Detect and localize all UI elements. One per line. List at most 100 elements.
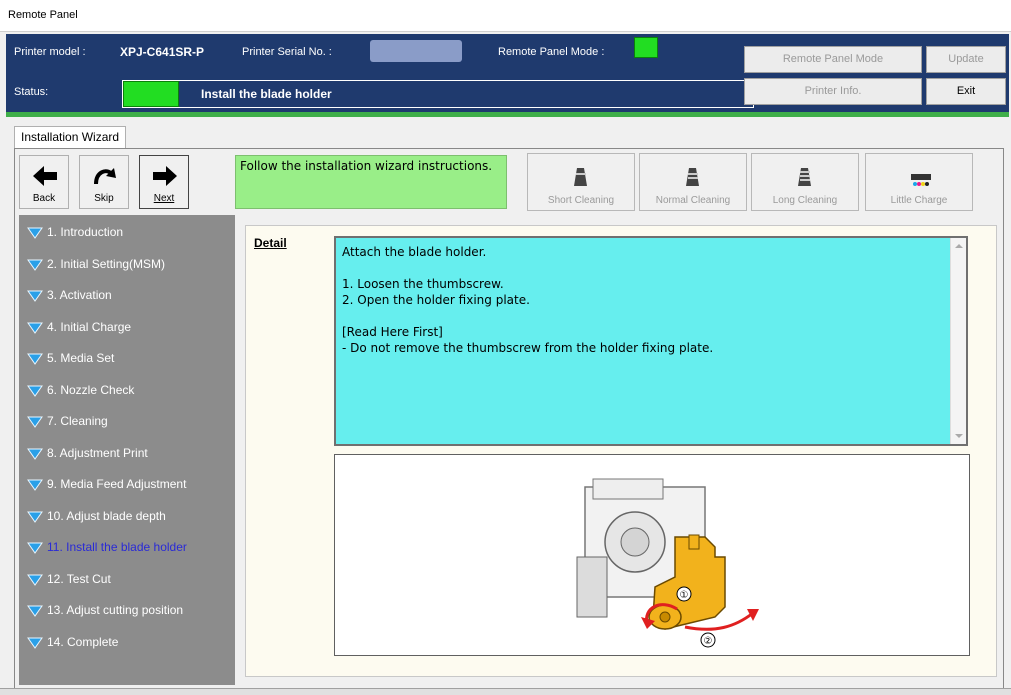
scroll-up-icon[interactable] <box>951 240 967 252</box>
header-panel: Printer model : XPJ-C641SR-P Printer Ser… <box>6 34 1009 116</box>
wizard-step-label: 6. Nozzle Check <box>47 382 135 397</box>
remote-panel-mode-button[interactable]: Remote Panel Mode <box>744 46 922 73</box>
wizard-step-label: 13. Adjust cutting position <box>47 603 184 617</box>
window-title: Remote Panel <box>0 0 1011 32</box>
wizard-step-item[interactable]: 8. Adjustment Print <box>25 444 231 474</box>
detail-content: Detail Attach the blade holder. 1. Loosen… <box>245 225 997 677</box>
wizard-step-label: 9. Media Feed Adjustment <box>47 477 187 491</box>
little-charge-label: Little Charge <box>890 195 948 206</box>
illustration-box: ① ② <box>334 454 970 656</box>
arrow-right-icon <box>153 166 177 186</box>
wizard-step-item[interactable]: 6. Nozzle Check <box>25 381 231 411</box>
wizard-step-item[interactable]: 12. Test Cut <box>25 570 231 600</box>
wizard-step-label: 5. Media Set <box>47 351 115 365</box>
status-indicator <box>123 81 179 107</box>
detail-text-box: Attach the blade holder. 1. Loosen the th… <box>334 236 968 446</box>
wizard-step-item[interactable]: 10. Adjust blade depth <box>25 507 231 537</box>
exit-button[interactable]: Exit <box>926 78 1006 105</box>
step-triangle-icon <box>27 574 43 586</box>
wizard-step-label: 3. Activation <box>47 288 112 302</box>
detail-label: Detail <box>254 236 287 250</box>
wizard-step-label: 7. Cleaning <box>47 414 108 428</box>
cleaning-icon <box>686 168 699 186</box>
wizard-step-label: 14. Complete <box>47 634 119 649</box>
status-label: Status: <box>14 86 49 98</box>
wizard-step-item[interactable]: 2. Initial Setting(MSM) <box>25 255 231 285</box>
wizard-step-item[interactable]: 13. Adjust cutting position <box>25 601 231 631</box>
step-triangle-icon <box>27 479 43 491</box>
marker-1: ① <box>680 590 689 601</box>
wizard-step-label: 4. Initial Charge <box>47 319 132 334</box>
wizard-step-label: 11. Install the blade holder <box>47 540 187 554</box>
arrow-left-icon <box>33 166 57 186</box>
next-label: Next <box>153 193 175 204</box>
detail-line <box>342 260 960 276</box>
marker-2: ② <box>704 636 713 647</box>
detail-line: [Read Here First] <box>342 325 443 339</box>
update-button[interactable]: Update <box>926 46 1006 73</box>
normal-cleaning-label: Normal Cleaning <box>655 195 731 206</box>
status-box: Install the blade holder <box>122 80 754 108</box>
little-charge-button[interactable]: Little Charge <box>865 153 973 211</box>
wizard-step-item[interactable]: 11. Install the blade holder <box>25 538 231 568</box>
wizard-panel: Back Skip Next Follow the installation w… <box>14 148 1004 691</box>
skip-label: Skip <box>94 193 114 204</box>
printer-model-label: Printer model : <box>14 46 86 58</box>
header-accent-bar <box>6 112 1009 117</box>
wizard-step-label: 8. Adjustment Print <box>47 445 148 460</box>
back-label: Back <box>32 193 56 204</box>
detail-lines: Attach the blade holder. 1. Loosen the th… <box>342 244 960 356</box>
detail-line: 1. Loosen the thumbscrew. <box>342 277 504 291</box>
status-text: Install the blade holder <box>201 87 332 101</box>
step-triangle-icon <box>27 322 43 334</box>
wizard-steps-list: 1. Introduction 2. Initial Setting(MSM) 3.… <box>19 215 235 685</box>
wizard-step-item[interactable]: 1. Introduction <box>25 223 231 253</box>
wizard-step-item[interactable]: 9. Media Feed Adjustment <box>25 475 231 505</box>
wizard-step-item[interactable]: 4. Initial Charge <box>25 318 231 348</box>
tab-installation-wizard[interactable]: Installation Wizard <box>14 126 127 148</box>
step-triangle-icon <box>27 448 43 460</box>
long-cleaning-label: Long Cleaning <box>772 195 838 206</box>
blade-holder-illustration: ① ② <box>576 478 759 648</box>
serial-label: Printer Serial No. : <box>242 46 332 58</box>
printer-model-value: XPJ-C641SR-P <box>120 45 205 59</box>
detail-line <box>342 308 960 324</box>
skip-button[interactable]: Skip <box>79 155 129 209</box>
step-triangle-icon <box>27 385 43 397</box>
scroll-down-icon[interactable] <box>951 430 967 442</box>
detail-line: Attach the blade holder. <box>342 245 487 259</box>
printer-info-button[interactable]: Printer Info. <box>744 78 922 105</box>
step-triangle-icon <box>27 416 43 428</box>
remote-mode-label: Remote Panel Mode : <box>498 46 605 58</box>
wizard-step-label: 10. Adjust blade depth <box>47 508 166 523</box>
normal-cleaning-button[interactable]: Normal Cleaning <box>639 153 747 211</box>
wizard-step-item[interactable]: 14. Complete <box>25 633 231 663</box>
long-cleaning-button[interactable]: Long Cleaning <box>751 153 859 211</box>
step-triangle-icon <box>27 511 43 523</box>
step-triangle-icon <box>27 542 43 554</box>
step-triangle-icon <box>27 290 43 302</box>
ink-charge-icon <box>911 174 931 186</box>
wizard-step-label: 1. Introduction <box>47 225 124 239</box>
step-triangle-icon <box>27 227 43 239</box>
short-cleaning-label: Short Cleaning <box>547 195 615 206</box>
short-cleaning-button[interactable]: Short Cleaning <box>527 153 635 211</box>
wizard-step-item[interactable]: 7. Cleaning <box>25 412 231 442</box>
instruction-message: Follow the installation wizard instructi… <box>235 155 507 209</box>
next-button[interactable]: Next <box>139 155 189 209</box>
wizard-step-item[interactable]: 5. Media Set <box>25 349 231 379</box>
bottom-status-strip <box>0 688 1011 695</box>
wizard-step-label: 12. Test Cut <box>47 571 111 586</box>
step-triangle-icon <box>27 637 43 649</box>
back-button[interactable]: Back <box>19 155 69 209</box>
skip-arrow-icon <box>94 168 116 185</box>
remote-mode-indicator <box>634 37 658 58</box>
wizard-step-label: 2. Initial Setting(MSM) <box>47 256 166 271</box>
detail-scrollbar[interactable] <box>950 238 966 444</box>
wizard-step-item[interactable]: 3. Activation <box>25 286 231 316</box>
step-triangle-icon <box>27 259 43 271</box>
detail-line: - Do not remove the thumbscrew from the … <box>342 341 714 355</box>
serial-number-masked <box>370 40 462 62</box>
step-triangle-icon <box>27 353 43 365</box>
cleaning-icon <box>574 168 587 186</box>
